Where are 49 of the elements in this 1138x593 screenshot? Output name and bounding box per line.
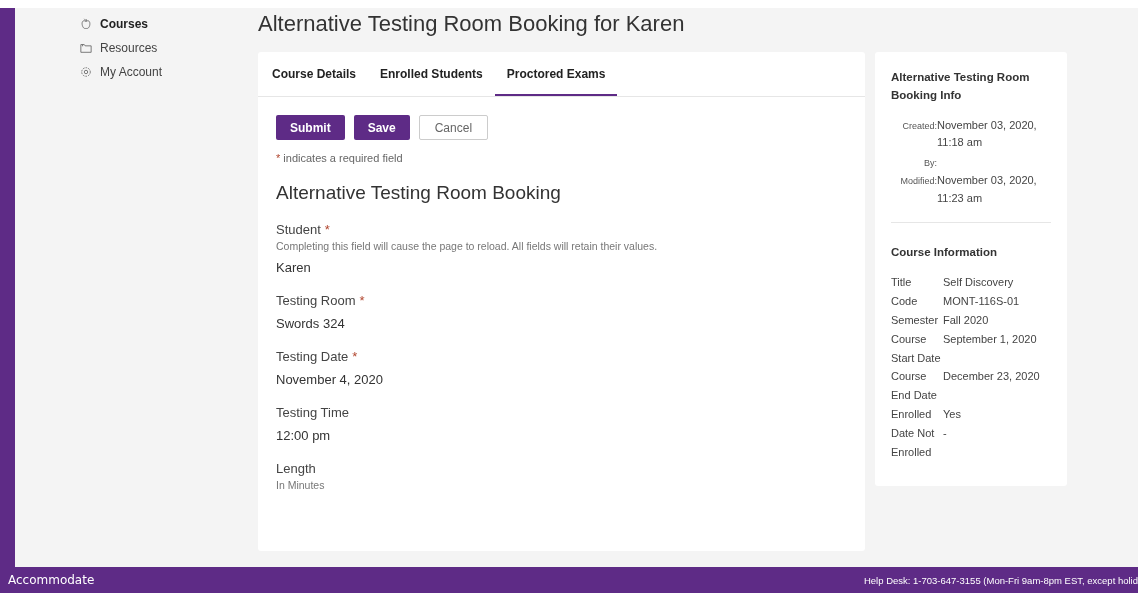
info-label: Title [891,274,913,290]
meta-value: November 03, 2020, 11:18 am [937,117,1038,151]
field-label: Testing Date * [276,349,359,364]
info-label: Code [891,293,919,309]
field-value: Karen [276,260,312,275]
meta-label: Created: [901,119,937,133]
sidebar-item[interactable]: Resources [80,41,243,55]
folder-icon [80,42,92,54]
info-value: Yes [943,407,962,423]
field-hint: In Minutes [276,479,326,491]
info-value: September 1, 2020 [943,331,1038,347]
field-value: Swords 324 [276,316,346,331]
submit-button[interactable]: Submit [276,115,345,140]
cancel-button[interactable]: Cancel [418,115,489,140]
tab[interactable]: Enrolled Students [368,52,495,96]
info-value: Fall 2020 [943,312,990,328]
field-hint: Completing this field will cause the page to reload. All fields will retain their values. [276,240,659,252]
field-label: Testing Time [276,405,350,420]
tab[interactable]: Proctored Exams [494,52,618,96]
tab[interactable]: Course Details [272,52,369,96]
sidebar-item[interactable]: My Account [80,65,243,79]
field-label: Student * [276,222,331,237]
submit-button[interactable]: Save [353,115,410,140]
field-label: Testing Room * [276,293,366,308]
info-label: Course End Date [891,369,938,404]
form-title: Alternative Testing Room Booking [276,182,562,204]
info-title: Alternative Testing Room Booking Info [891,70,1031,104]
page-title: Alternative Testing Room Booking for Karen [258,11,686,37]
info-value: MONT-116S-01 [943,293,1021,309]
field-value: November 4, 2020 [276,372,384,387]
field-value: 12:00 pm [276,428,332,443]
info-value: Self Discovery [943,274,1015,290]
info-label: Date Not Enrolled [891,426,936,461]
meta-value: November 03, 2020, 11:23 am [937,173,1038,206]
info-value: - [943,426,948,442]
section-title: Course Information [891,244,999,260]
sidebar-item[interactable]: Courses [80,17,243,31]
apple-icon [80,18,92,30]
info-label: Enrolled [891,407,933,423]
meta-label: Modified: [899,175,937,189]
settings-icon [80,66,92,78]
required-note: * indicates a required field [276,152,404,164]
info-label: Semester [891,312,940,328]
info-label: Course Start Date [891,331,942,366]
logo: Accommodate [8,573,95,587]
info-value: December 23, 2020 [943,369,1041,385]
meta-label: By: [923,156,937,170]
field-label: Length [276,461,317,476]
help-desk-text: Help Desk: 1-703-647-3155 (Mon-Fri 9am-8pm EST, except holid [863,574,1138,586]
